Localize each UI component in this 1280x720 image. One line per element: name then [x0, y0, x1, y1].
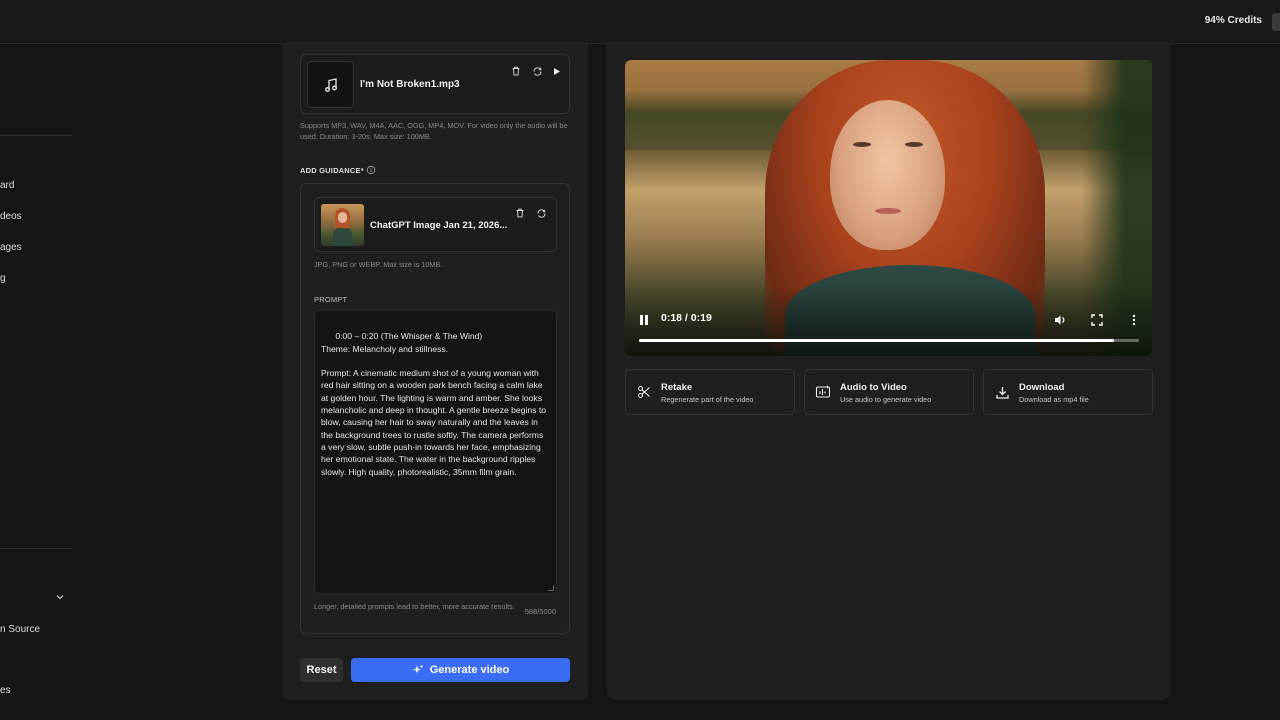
video-player[interactable]: 0:18 / 0:19 — [625, 60, 1152, 356]
video-progress-fill — [639, 339, 1114, 342]
replace-audio-icon[interactable] — [530, 64, 544, 78]
retake-title: Retake — [661, 382, 693, 393]
audio-to-video-title: Audio to Video — [840, 382, 907, 393]
guidance-section: ChatGPT Image Jan 21, 2026... JPG, PNG o… — [300, 183, 570, 634]
char-counter: 588/5000 — [524, 607, 556, 616]
chevron-down-icon[interactable] — [55, 592, 65, 602]
prompt-textarea[interactable]: 0:00 – 0:20 (The Whisper & The Wind) The… — [314, 310, 557, 594]
download-button[interactable]: Download Download as mp4 file — [983, 369, 1153, 415]
guidance-image-card: ChatGPT Image Jan 21, 2026... — [314, 197, 557, 252]
audio-file-card: I'm Not Broken1.mp3 — [300, 54, 570, 114]
result-panel: 0:18 / 0:19 Retake Regenerate part of th… — [607, 44, 1170, 700]
generate-video-button[interactable]: Generate video — [351, 658, 570, 682]
sidebar-item-4[interactable]: g — [0, 273, 6, 284]
sidebar-divider — [0, 548, 72, 549]
more-options-icon[interactable] — [1127, 313, 1141, 327]
guidance-image-name: ChatGPT Image Jan 21, 2026... — [370, 220, 508, 231]
video-time: 0:18 / 0:19 — [661, 312, 712, 324]
replace-image-icon[interactable] — [534, 206, 548, 220]
generate-video-label: Generate video — [429, 664, 510, 676]
reset-button[interactable]: Reset — [300, 658, 343, 682]
sidebar-item-open-source[interactable]: n Source — [0, 624, 40, 635]
avatar[interactable] — [1272, 13, 1280, 31]
video-progress-track[interactable] — [639, 339, 1139, 342]
image-help-text: JPG, PNG or WEBP. Max size is 10MB. — [314, 260, 443, 269]
prompt-label: PROMPT — [314, 295, 348, 304]
prompt-text: 0:00 – 0:20 (The Whisper & The Wind) The… — [321, 331, 547, 477]
download-title: Download — [1019, 382, 1065, 393]
retake-button[interactable]: Retake Regenerate part of the video — [625, 369, 795, 415]
prompt-hint: Longer, detailed prompts lead to better,… — [314, 602, 515, 611]
video-controls: 0:18 / 0:19 — [625, 306, 1152, 356]
play-icon[interactable] — [549, 64, 563, 78]
trash-icon[interactable] — [509, 64, 523, 78]
audio-video-icon — [813, 382, 833, 402]
download-subtitle: Download as mp4 file — [1019, 395, 1089, 404]
audio-thumbnail — [307, 61, 354, 108]
fullscreen-icon[interactable] — [1090, 313, 1104, 327]
retake-subtitle: Regenerate part of the video — [661, 395, 754, 404]
scissors-icon — [634, 382, 654, 402]
sidebar: ard deos ages g n Source es — [0, 44, 80, 720]
top-bar: 94% Credits — [0, 0, 1280, 44]
trash-icon[interactable] — [513, 206, 527, 220]
sidebar-item-images[interactable]: ages — [0, 242, 22, 253]
credits-indicator[interactable]: 94% Credits — [1205, 15, 1262, 26]
volume-icon[interactable] — [1053, 313, 1067, 327]
audio-file-name: I'm Not Broken1.mp3 — [360, 79, 460, 90]
sparkle-icon — [412, 664, 424, 674]
audio-to-video-button[interactable]: Audio to Video Use audio to generate vid… — [804, 369, 974, 415]
sidebar-item-6[interactable]: es — [0, 685, 11, 696]
pause-icon[interactable] — [637, 313, 651, 327]
input-panel: I'm Not Broken1.mp3 Supports MP3, WAV, M… — [282, 44, 588, 700]
sidebar-item-dashboard[interactable]: ard — [0, 180, 14, 191]
sidebar-item-videos[interactable]: deos — [0, 211, 22, 222]
audio-help-text: Supports MP3, WAV, M4A, AAC, OGG, MP4, M… — [300, 121, 568, 141]
download-icon — [992, 382, 1012, 402]
sidebar-divider — [0, 135, 72, 136]
resize-handle[interactable] — [548, 585, 554, 591]
info-icon[interactable] — [366, 165, 376, 175]
music-note-icon — [324, 77, 337, 92]
guidance-image-thumbnail — [321, 204, 364, 246]
guidance-label: ADD GUIDANCE* — [300, 166, 364, 175]
audio-to-video-subtitle: Use audio to generate video — [840, 395, 932, 404]
